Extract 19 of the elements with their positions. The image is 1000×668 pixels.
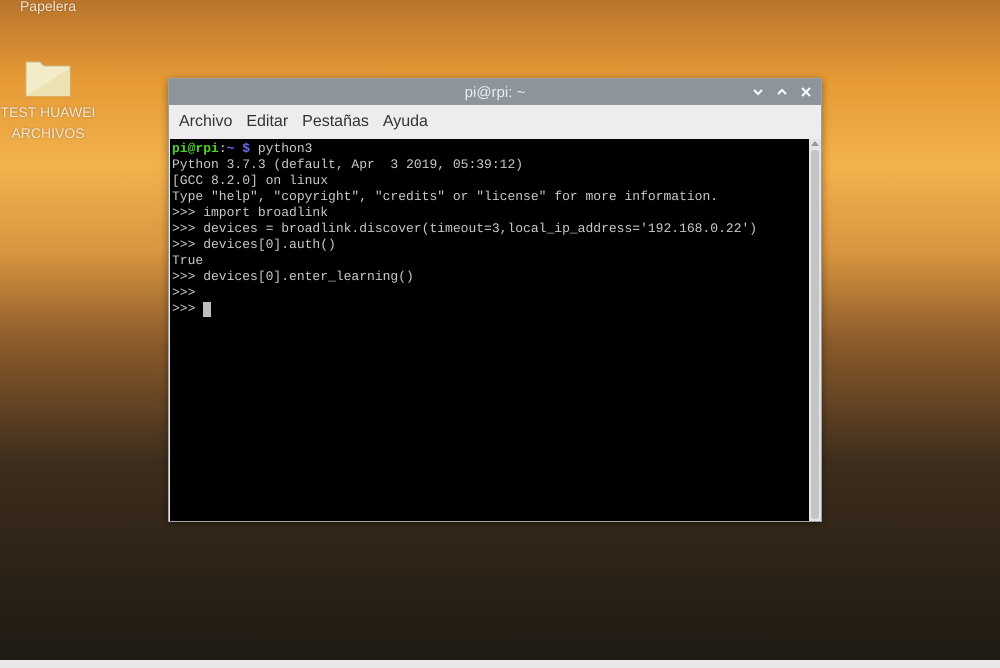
terminal-line: >>>: [172, 301, 196, 317]
terminal-line: pi@rpi:~ $ python3: [172, 141, 314, 157]
terminal-line: >>>: [172, 285, 196, 301]
menu-item[interactable]: Editar: [240, 109, 294, 135]
menu-item[interactable]: Archivo: [173, 109, 238, 135]
terminal-line: >>> devices[0].auth(): [172, 237, 336, 253]
menu-item[interactable]: Ayuda: [376, 109, 434, 135]
terminal-line: Python 3.7.3 (default, Apr 3 2019, 05:39:12): [172, 157, 524, 173]
scroll-up-icon: [811, 141, 819, 146]
terminal-line: [GCC 8.2.0] on linux: [172, 173, 328, 189]
terminal-line: True: [172, 253, 204, 269]
close-icon: [800, 86, 812, 98]
terminal-line: >>> devices = broadlink.discover(timeout=3,local_ip_address='192.168.0.22'): [172, 221, 758, 237]
terminal-line: Type "help", "copyright", "credits" or "license" for more information.: [172, 189, 718, 205]
window-title: pi@rpi: ~: [464, 84, 526, 100]
scrollbar[interactable]: [809, 139, 821, 521]
menu-item[interactable]: Pestañas: [296, 109, 375, 135]
terminal-line: >>> devices[0].enter_learning(): [172, 269, 414, 285]
terminal-line: >>> import broadlink: [172, 205, 328, 221]
